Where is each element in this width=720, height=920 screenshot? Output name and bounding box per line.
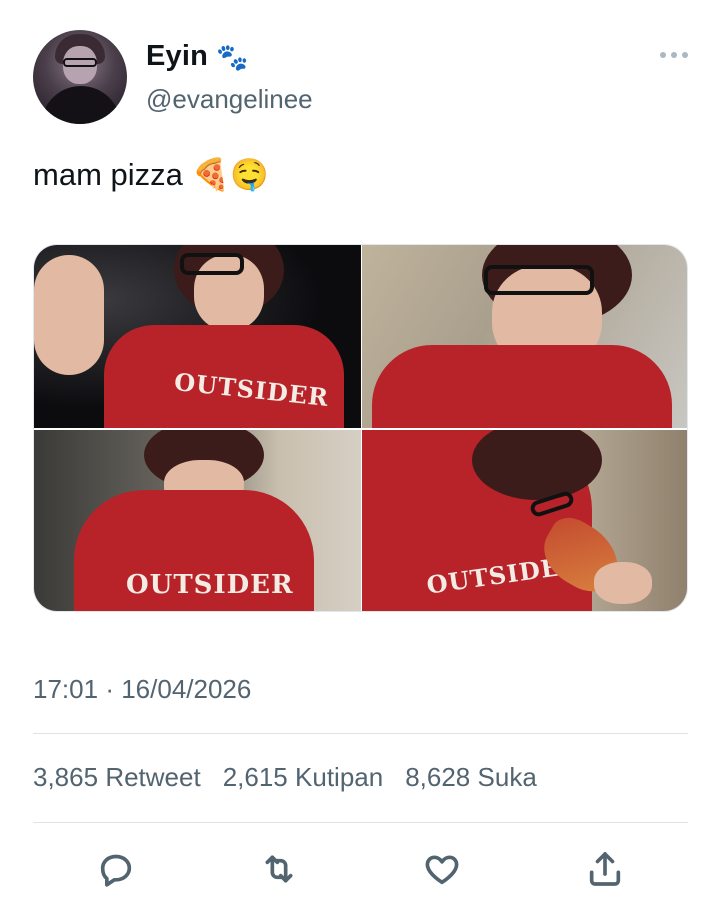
paw-prints-icon: 🐾: [216, 41, 249, 72]
like-button[interactable]: [421, 848, 463, 890]
photo-glasses: [484, 265, 594, 295]
photo-1[interactable]: OUTSIDER: [34, 245, 361, 428]
photo-shirt: [372, 345, 672, 428]
tweet-text: mam pizza 🍕🤤: [33, 157, 269, 192]
likes-stat[interactable]: 8,628 Suka: [405, 762, 537, 793]
likes-label: Suka: [477, 762, 537, 792]
tweet-date: 16/04/2026: [121, 674, 252, 704]
retweets-label: Retweet: [105, 762, 201, 792]
quotes-label: Kutipan: [295, 762, 384, 792]
photo-hand: [594, 562, 652, 604]
retweets-stat[interactable]: 3,865 Retweet: [33, 762, 201, 793]
like-icon: [425, 855, 459, 885]
action-bar: [33, 848, 688, 890]
tweet-timestamp[interactable]: 17:01 · 16/04/2026: [33, 674, 251, 705]
timestamp-separator: ·: [105, 674, 114, 704]
avatar-body: [41, 86, 121, 124]
avatar[interactable]: [33, 30, 127, 124]
divider: [33, 733, 688, 734]
retweets-count: 3,865: [33, 762, 99, 792]
author-name[interactable]: Eyin: [146, 40, 208, 73]
reply-icon: [100, 854, 132, 887]
quotes-count: 2,615: [222, 762, 288, 792]
more-dot: [671, 52, 677, 58]
author-name-row[interactable]: Eyin 🐾: [146, 40, 248, 73]
more-dot: [660, 52, 666, 58]
share-button[interactable]: [584, 848, 626, 890]
quotes-stat[interactable]: 2,615 Kutipan: [223, 762, 384, 793]
photo-2[interactable]: [362, 245, 687, 428]
photo-grid: OUTSIDER OUTSIDER OUTSIDER: [33, 244, 688, 612]
retweet-icon: [265, 855, 293, 883]
share-icon: [589, 852, 621, 886]
divider: [33, 822, 688, 823]
reply-button[interactable]: [95, 848, 137, 890]
more-dot: [682, 52, 688, 58]
photo-4[interactable]: OUTSIDER: [362, 430, 687, 611]
engagement-stats: 3,865 Retweet 2,615 Kutipan 8,628 Suka: [33, 762, 537, 793]
photo-3[interactable]: OUTSIDER: [34, 430, 361, 611]
likes-count: 8,628: [405, 762, 471, 792]
photo-arm: [34, 255, 104, 375]
avatar-glasses: [63, 58, 97, 67]
photo-glasses: [180, 253, 244, 275]
author-handle[interactable]: @evangelinee: [146, 84, 313, 115]
retweet-button[interactable]: [258, 848, 300, 890]
shirt-print: OUTSIDER: [126, 570, 294, 600]
tweet-time: 17:01: [33, 674, 99, 704]
more-options-icon[interactable]: [660, 52, 688, 58]
